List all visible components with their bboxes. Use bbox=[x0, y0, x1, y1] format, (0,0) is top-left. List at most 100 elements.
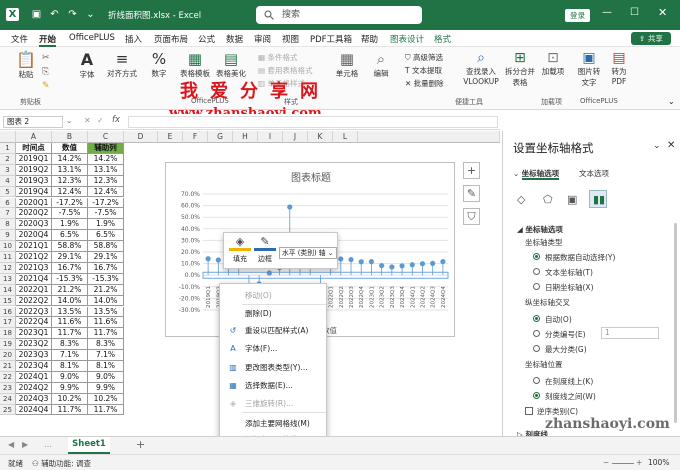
row-header[interactable]: 11 bbox=[0, 252, 16, 263]
data-cell[interactable]: 21.2% bbox=[88, 284, 124, 296]
context-menu-item[interactable]: 删除(D) bbox=[220, 306, 326, 321]
prev-sheet-icon[interactable]: ◀ bbox=[8, 440, 14, 449]
data-cell[interactable]: 6.5% bbox=[88, 230, 124, 242]
data-point[interactable] bbox=[338, 256, 344, 262]
data-cell[interactable]: 11.7% bbox=[88, 404, 124, 416]
chart-filter-icon[interactable]: ⛉ bbox=[463, 208, 480, 225]
data-cell[interactable]: 2022Q4 bbox=[16, 317, 52, 329]
namebox-dropdown-icon[interactable]: ⌄ bbox=[66, 116, 72, 125]
data-cell[interactable]: 8.1% bbox=[88, 361, 124, 372]
row-header[interactable]: 17 bbox=[0, 317, 16, 329]
data-point[interactable] bbox=[368, 259, 375, 265]
cancel-entry-icon[interactable]: ✕ bbox=[84, 116, 91, 125]
data-cell[interactable]: 2019Q1 bbox=[16, 153, 52, 165]
minimize-icon[interactable]: — bbox=[602, 7, 612, 18]
context-menu-item[interactable]: A 字体(F)... bbox=[220, 341, 326, 356]
data-cell[interactable]: 2021Q2 bbox=[16, 252, 52, 263]
data-cell[interactable]: 2022Q3 bbox=[16, 306, 52, 318]
data-cell[interactable]: 2024Q1 bbox=[16, 371, 52, 383]
data-point[interactable] bbox=[358, 259, 364, 265]
data-cell[interactable]: 12.3% bbox=[88, 175, 124, 187]
column-header[interactable]: E bbox=[158, 131, 183, 143]
redo-icon[interactable]: ↷ bbox=[66, 8, 79, 21]
data-cell[interactable]: 2019Q3 bbox=[16, 175, 52, 187]
table-beautify-button[interactable]: ▤ 表格美化 bbox=[214, 50, 248, 79]
column-header[interactable]: I bbox=[258, 131, 283, 143]
data-cell[interactable]: 14.2% bbox=[88, 153, 124, 165]
tab-insert[interactable]: 插入 bbox=[125, 33, 142, 45]
data-cell[interactable]: 29.1% bbox=[88, 252, 124, 263]
text-extract-button[interactable]: T 文本提取 bbox=[405, 65, 442, 76]
effects-icon[interactable]: ⬠ bbox=[543, 193, 553, 206]
panel-close-icon[interactable]: ✕ bbox=[667, 140, 675, 151]
row-header[interactable]: 20 bbox=[0, 350, 16, 361]
column-header[interactable]: D bbox=[124, 131, 158, 143]
data-cell[interactable]: 12.4% bbox=[52, 186, 88, 198]
cut-icon[interactable]: ✂ bbox=[42, 53, 50, 63]
data-cell[interactable]: 2023Q3 bbox=[16, 350, 52, 361]
data-cell[interactable]: 14.0% bbox=[52, 295, 88, 307]
format-painter-icon[interactable]: ✎ bbox=[42, 81, 50, 91]
data-point[interactable] bbox=[266, 270, 272, 276]
login-button[interactable]: 登录 bbox=[565, 9, 590, 22]
data-cell[interactable]: 2021Q4 bbox=[16, 273, 52, 285]
zoom-level[interactable]: 100% bbox=[648, 458, 669, 467]
panel-tab-axis-options[interactable]: ⌄ 坐标轴选项 bbox=[513, 168, 560, 180]
customize-icon[interactable]: ⌄ bbox=[84, 8, 97, 21]
row-header[interactable]: 19 bbox=[0, 339, 16, 351]
data-cell[interactable]: 14.0% bbox=[88, 295, 124, 307]
column-header[interactable]: K bbox=[308, 131, 333, 143]
axis-options-icon[interactable]: ▮▮ bbox=[589, 190, 607, 208]
pos-on-ticks-radio[interactable] bbox=[533, 377, 540, 384]
column-header[interactable]: C bbox=[88, 131, 124, 143]
data-cell[interactable]: 14.2% bbox=[52, 153, 88, 165]
row-header[interactable]: 10 bbox=[0, 241, 16, 252]
data-cell[interactable]: 2022Q2 bbox=[16, 295, 52, 307]
row-header[interactable]: 25 bbox=[0, 404, 16, 416]
conditional-format-button[interactable]: ▦ 条件格式 bbox=[258, 52, 297, 63]
cross-max-radio[interactable] bbox=[533, 345, 540, 352]
more-sheets-icon[interactable]: … bbox=[44, 440, 52, 449]
row-header[interactable]: 9 bbox=[0, 230, 16, 242]
zoom-in-icon[interactable]: + bbox=[636, 458, 642, 467]
row-header[interactable]: 18 bbox=[0, 328, 16, 340]
header-cell[interactable]: 时间点 bbox=[16, 143, 52, 154]
tab-format[interactable]: 格式 bbox=[434, 33, 451, 45]
row-header[interactable]: 2 bbox=[0, 153, 16, 165]
section-axis-options[interactable]: ◢ 坐标轴选项 bbox=[517, 224, 563, 235]
row-header[interactable]: 15 bbox=[0, 295, 16, 307]
data-cell[interactable]: 8.1% bbox=[52, 361, 88, 372]
data-cell[interactable]: 13.5% bbox=[52, 306, 88, 318]
tab-pdf-toolbox[interactable]: PDF工具箱 bbox=[310, 33, 352, 45]
data-cell[interactable]: 29.1% bbox=[52, 252, 88, 263]
align-button[interactable]: ≡ 对齐方式 bbox=[106, 50, 138, 79]
cross-auto-radio[interactable] bbox=[533, 315, 540, 322]
axis-type-auto-radio[interactable] bbox=[533, 253, 540, 260]
tab-formulas[interactable]: 公式 bbox=[198, 33, 215, 45]
row-header[interactable]: 14 bbox=[0, 284, 16, 296]
column-header[interactable]: A bbox=[16, 131, 52, 143]
chart-elements-icon[interactable]: + bbox=[463, 162, 480, 179]
tab-officeplus[interactable]: OfficePLUS bbox=[69, 33, 115, 43]
row-header[interactable]: 8 bbox=[0, 219, 16, 231]
tab-help[interactable]: 帮助 bbox=[361, 33, 378, 45]
size-properties-icon[interactable]: ▣ bbox=[567, 193, 577, 206]
data-point[interactable] bbox=[430, 260, 436, 266]
font-button[interactable]: A 字体 bbox=[74, 50, 100, 80]
column-header[interactable]: F bbox=[183, 131, 208, 143]
header-cell[interactable]: 辅助列 bbox=[88, 143, 124, 154]
context-menu-item[interactable]: 添加主要网格线(M) bbox=[220, 416, 326, 431]
data-cell[interactable]: 11.7% bbox=[52, 404, 88, 416]
data-cell[interactable]: 10.2% bbox=[88, 393, 124, 405]
data-point[interactable] bbox=[399, 263, 405, 269]
header-cell[interactable]: 数值 bbox=[52, 143, 88, 154]
data-cell[interactable]: 1.9% bbox=[88, 219, 124, 231]
data-cell[interactable]: 58.8% bbox=[52, 241, 88, 252]
tab-chart-design[interactable]: 图表设计 bbox=[390, 33, 424, 45]
data-cell[interactable]: 2023Q1 bbox=[16, 328, 52, 340]
data-cell[interactable]: -17.2% bbox=[52, 197, 88, 209]
data-cell[interactable]: 2024Q4 bbox=[16, 404, 52, 416]
data-cell[interactable]: 13.5% bbox=[88, 306, 124, 318]
data-cell[interactable]: 6.5% bbox=[52, 230, 88, 242]
data-cell[interactable]: 9.9% bbox=[88, 382, 124, 394]
